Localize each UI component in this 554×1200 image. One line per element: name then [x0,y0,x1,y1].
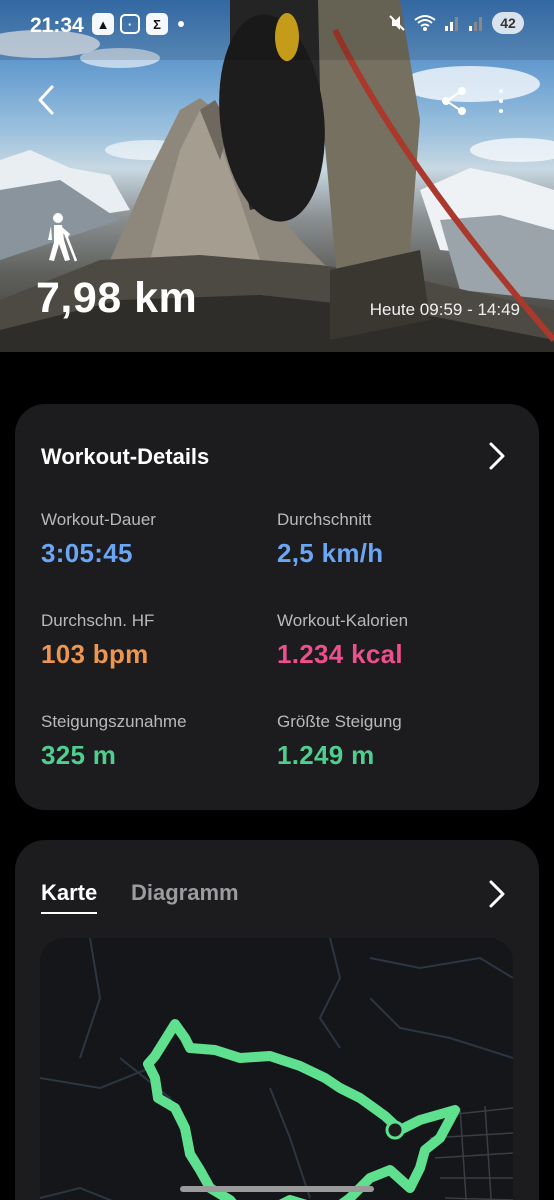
stat-label: Größte Steigung [277,712,402,731]
stat-max-elevation: Größte Steigung 1.249 m [277,712,402,771]
workout-details-title: Workout-Details [41,444,210,469]
hiker-icon [48,213,78,262]
stat-average-speed: Durchschnitt 2,5 km/h [277,510,383,569]
chevron-left-icon [38,85,54,115]
share-icon [442,87,466,115]
more-dot-icon [499,109,503,113]
stat-value: 103 bpm [41,639,149,669]
sigma-app-icon: Σ [146,13,168,35]
more-dot-icon [499,89,503,93]
signal-icon-2 [469,17,482,31]
more-options-button[interactable] [492,86,510,116]
home-indicator[interactable] [180,1186,374,1192]
share-button[interactable] [440,86,468,116]
notification-dot [178,21,184,27]
status-left-icons: ▲ · Σ [92,13,184,35]
stat-value: 2,5 km/h [277,538,384,568]
screenshot-icon: · [120,14,140,34]
back-button[interactable] [36,84,68,120]
stat-label: Durchschnitt [277,510,372,529]
chevron-right-icon[interactable] [487,878,507,910]
signal-icon [445,17,458,31]
stat-elevation-gain: Steigungszunahme 325 m [41,712,187,771]
workout-details-card[interactable]: Workout-Details Workout-Dauer 3:05:45 Du… [15,404,539,810]
stat-workout-duration: Workout-Dauer 3:05:45 [41,510,156,569]
more-dot-icon [499,99,503,103]
wifi-icon [414,15,436,31]
stat-value: 1.234 kcal [277,639,403,669]
stat-label: Workout-Dauer [41,510,156,529]
hero-image: 21:34 ▲ · Σ 42 7,98 km Heute 09:59 - 14:… [0,0,554,352]
status-right-icons: 42 [388,12,524,34]
stat-value: 1.249 m [277,740,375,770]
battery-indicator: 42 [492,12,524,34]
route-start-marker [385,1120,405,1140]
tab-diagramm[interactable]: Diagramm [131,880,239,912]
route-map-image [40,938,513,1200]
status-bar: 21:34 ▲ · Σ 42 [0,0,554,52]
stat-label: Durchschn. HF [41,611,155,630]
stat-label: Steigungszunahme [41,712,187,731]
status-time: 21:34 [30,14,84,37]
mute-icon [389,15,405,31]
stat-average-heart-rate: Durchschn. HF 103 bpm [41,611,154,670]
stat-workout-calories: Workout-Kalorien 1.234 kcal [277,611,408,670]
stat-label: Workout-Kalorien [277,611,409,630]
route-map[interactable] [40,938,513,1200]
chevron-right-icon[interactable] [487,440,507,472]
stat-value: 325 m [41,740,117,770]
stat-value: 3:05:45 [41,538,133,568]
workout-date-range: Heute 09:59 - 14:49 [369,300,520,319]
workout-distance: 7,98 km [36,274,198,322]
map-card: Karte Diagramm [15,840,539,1200]
navigation-app-icon: ▲ [92,13,114,35]
tab-karte[interactable]: Karte [41,880,98,914]
